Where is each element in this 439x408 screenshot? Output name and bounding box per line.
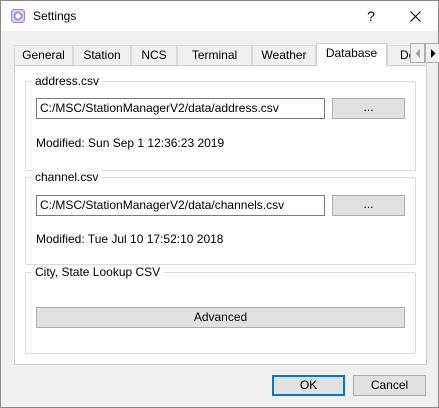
tab-scroll-buttons xyxy=(410,43,439,63)
cancel-button[interactable]: Cancel xyxy=(353,375,426,396)
chevron-left-icon xyxy=(415,49,420,58)
title-bar[interactable]: Settings ? xyxy=(1,1,438,31)
tab-terminal[interactable]: Terminal xyxy=(177,45,252,66)
address-csv-modified-text: Modified: Sun Sep 1 12:36:23 2019 xyxy=(36,136,225,150)
channel-csv-group: channel.csv C:/MSC/StationManagerV2/data… xyxy=(25,170,416,265)
address-csv-path-input[interactable]: C:/MSC/StationManagerV2/data/address.csv xyxy=(36,98,325,119)
close-icon xyxy=(410,11,421,22)
channel-csv-path-input[interactable]: C:/MSC/StationManagerV2/data/channels.cs… xyxy=(36,195,325,216)
address-csv-group: address.csv C:/MSC/StationManagerV2/data… xyxy=(25,74,416,171)
tab-weather[interactable]: Weather xyxy=(252,45,316,66)
channel-csv-browse-button[interactable]: ... xyxy=(332,195,405,216)
address-csv-group-title: address.csv xyxy=(32,74,103,88)
help-button[interactable]: ? xyxy=(351,1,391,31)
tab-ncs[interactable]: NCS xyxy=(131,45,177,66)
window-title: Settings xyxy=(33,9,77,23)
settings-tab-bar: General Station NCS Terminal Weather Dat… xyxy=(14,43,439,67)
tab-scroll-left-button[interactable] xyxy=(410,43,425,63)
advanced-button[interactable]: Advanced xyxy=(36,307,405,328)
tab-scroll-right-button[interactable] xyxy=(425,43,439,63)
channel-csv-group-title: channel.csv xyxy=(32,170,102,184)
settings-dialog: Settings ? General Station NCS Terminal … xyxy=(0,0,439,408)
tab-database[interactable]: Database xyxy=(316,43,387,67)
tab-station[interactable]: Station xyxy=(73,45,131,66)
database-tab-page: address.csv C:/MSC/StationManagerV2/data… xyxy=(14,65,427,365)
channel-csv-modified-text: Modified: Tue Jul 10 17:52:10 2018 xyxy=(36,232,224,246)
chevron-right-icon xyxy=(431,49,436,58)
tab-general[interactable]: General xyxy=(14,45,73,66)
city-state-lookup-group-title: City, State Lookup CSV xyxy=(32,265,164,279)
close-button[interactable] xyxy=(393,1,438,31)
city-state-lookup-group: City, State Lookup CSV Advanced xyxy=(25,265,416,354)
ok-button[interactable]: OK xyxy=(272,375,345,396)
address-csv-browse-button[interactable]: ... xyxy=(332,98,405,119)
settings-app-icon xyxy=(11,9,25,23)
